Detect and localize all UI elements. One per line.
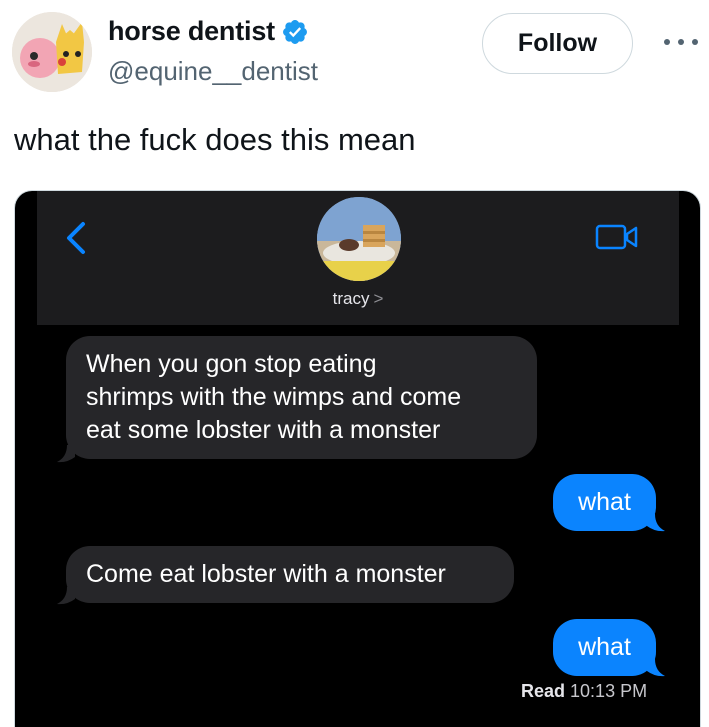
message-text: what [578, 488, 631, 516]
more-dot [678, 39, 684, 45]
message-text: what [578, 633, 631, 661]
more-dot [664, 39, 670, 45]
verified-badge-icon [282, 19, 307, 44]
read-receipt: Read 10:13 PM [521, 681, 647, 702]
display-name[interactable]: horse dentist [108, 16, 275, 47]
user-avatar[interactable] [12, 12, 92, 92]
read-time: 10:13 PM [570, 681, 648, 701]
tweet-text: what the fuck does this mean [14, 122, 416, 157]
bubble-tail [57, 587, 75, 605]
message-line: shrimps with the wimps and come [86, 383, 462, 411]
contact-name-text: tracy [332, 289, 370, 308]
contact-avatar [317, 197, 401, 281]
outgoing-message-bubble[interactable]: what [553, 619, 656, 676]
tweet-media-image[interactable]: tracy > When you gon stop eating shrimps … [14, 190, 701, 727]
more-dot [692, 39, 698, 45]
bubble-tail [647, 659, 665, 677]
outgoing-message-bubble[interactable]: what [553, 474, 656, 531]
contact-chevron-icon: > [373, 289, 384, 308]
user-handle[interactable]: @equine__dentist [108, 56, 318, 87]
message-line: eat some lobster with a monster [86, 416, 441, 444]
more-icon[interactable] [664, 30, 698, 54]
message-text: Come eat lobster with a monster [86, 560, 446, 588]
avatar-image [12, 12, 92, 92]
bubble-tail [57, 445, 75, 463]
video-call-icon[interactable] [595, 223, 639, 251]
incoming-message-bubble[interactable]: Come eat lobster with a monster [66, 546, 514, 603]
display-name-row: horse dentist [108, 16, 309, 47]
bubble-tail [647, 514, 665, 532]
message-line: When you gon stop eating [86, 350, 377, 378]
back-chevron-icon [67, 222, 85, 254]
contact-photo [317, 197, 401, 281]
incoming-message-bubble[interactable]: When you gon stop eating shrimps with th… [66, 336, 537, 459]
messages-header: tracy > [37, 191, 679, 325]
follow-button[interactable]: Follow [482, 13, 633, 74]
read-label: Read [521, 681, 566, 701]
contact-name[interactable]: tracy > [37, 289, 679, 309]
